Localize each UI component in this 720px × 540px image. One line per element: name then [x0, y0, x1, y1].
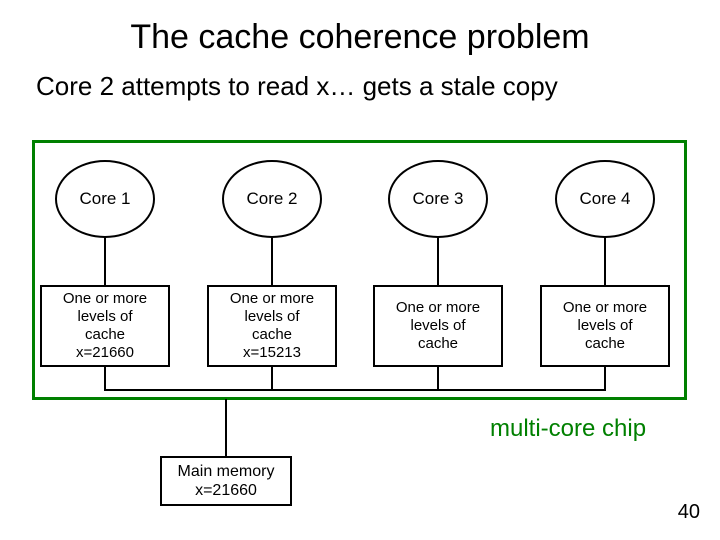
- cache-text: One or more: [563, 299, 647, 317]
- bus-line: [104, 389, 606, 391]
- connector: [604, 238, 606, 285]
- main-memory: Main memory x=21660: [160, 456, 292, 506]
- cache-text: One or more: [396, 299, 480, 317]
- cache-2: One or more levels of cache x=15213: [207, 285, 337, 367]
- connector: [437, 238, 439, 285]
- page-number: 40: [678, 501, 700, 524]
- cache-text: One or more: [63, 290, 147, 308]
- cache-text: levels of: [577, 317, 632, 335]
- cache-text: levels of: [244, 308, 299, 326]
- cache-value: x=15213: [243, 344, 301, 362]
- cache-3: One or more levels of cache: [373, 285, 503, 367]
- cache-text: cache: [85, 326, 125, 344]
- slide-subtitle: Core 2 attempts to read x… gets a stale …: [0, 65, 720, 102]
- connector: [437, 367, 439, 389]
- connector: [271, 367, 273, 389]
- connector: [104, 238, 106, 285]
- cache-4: One or more levels of cache: [540, 285, 670, 367]
- slide-title: The cache coherence problem: [0, 0, 720, 65]
- connector: [104, 367, 106, 389]
- core-3: Core 3: [388, 160, 488, 238]
- cache-value: x=21660: [76, 344, 134, 362]
- cache-text: cache: [252, 326, 292, 344]
- connector: [604, 367, 606, 389]
- memory-value: x=21660: [195, 481, 257, 500]
- chip-label: multi-core chip: [490, 415, 646, 443]
- cache-text: levels of: [77, 308, 132, 326]
- core-4: Core 4: [555, 160, 655, 238]
- core-2: Core 2: [222, 160, 322, 238]
- cache-1: One or more levels of cache x=21660: [40, 285, 170, 367]
- cache-text: cache: [418, 335, 458, 353]
- cache-text: cache: [585, 335, 625, 353]
- core-1: Core 1: [55, 160, 155, 238]
- cache-text: One or more: [230, 290, 314, 308]
- cache-text: levels of: [410, 317, 465, 335]
- connector: [225, 399, 227, 456]
- connector: [271, 238, 273, 285]
- memory-label: Main memory: [178, 462, 275, 481]
